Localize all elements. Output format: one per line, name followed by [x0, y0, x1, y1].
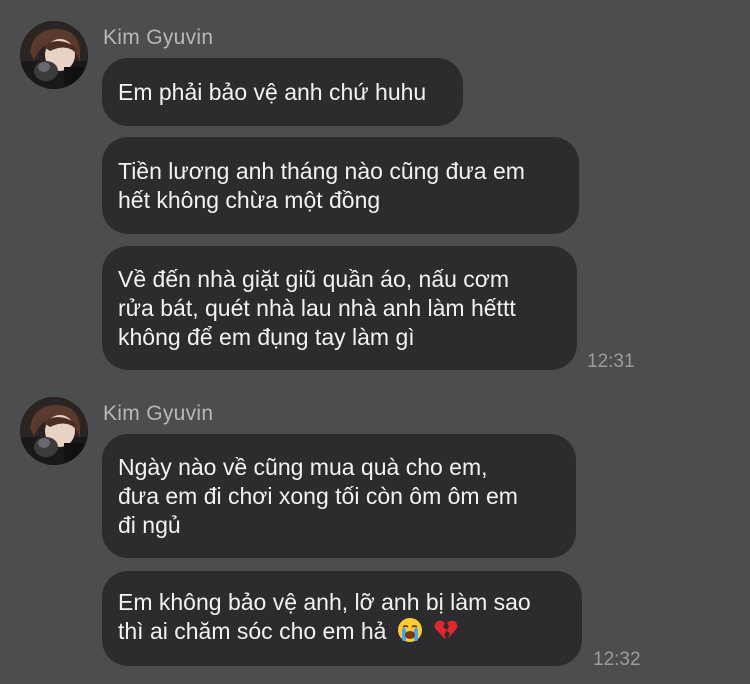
broken-heart-icon	[433, 617, 459, 650]
message-timestamp: 12:32	[593, 649, 641, 670]
message-line: thì ai chăm sóc cho em hả	[118, 617, 556, 650]
message-text: hết không chừa một đồng	[118, 186, 381, 213]
message-bubble[interactable]: Em phải bảo vệ anh chứ huhu	[102, 58, 463, 126]
message-bubble[interactable]: Tiền lương anh tháng nào cũng đưa em hết…	[102, 137, 579, 234]
avatar[interactable]	[20, 21, 88, 89]
message-bubble[interactable]: Ngày nào về cũng mua quà cho em, đưa em …	[102, 434, 576, 558]
message-text: thì ai chăm sóc cho em hả	[118, 617, 387, 644]
message-text: Tiền lương anh tháng nào cũng đưa em	[118, 157, 525, 184]
avatar[interactable]	[20, 397, 88, 465]
message-text: rửa bát, quét nhà lau nhà anh làm hếttt	[118, 294, 516, 321]
message-timestamp: 12:31	[587, 351, 635, 372]
message-text: Em phải bảo vệ anh chứ huhu	[118, 78, 427, 105]
message-bubble[interactable]: Về đến nhà giặt giũ quần áo, nấu cơm rửa…	[102, 246, 577, 370]
sender-name: Kim Gyuvin	[103, 402, 214, 425]
message-text: đưa em đi chơi xong tối còn ôm ôm em	[118, 482, 518, 509]
message-text: không để em đụng tay làm gì	[118, 323, 415, 350]
loudly-crying-face-icon	[397, 617, 423, 650]
message-text: Về đến nhà giặt giũ quần áo, nấu cơm	[118, 265, 510, 292]
sender-name: Kim Gyuvin	[103, 26, 214, 49]
message-text: đi ngủ	[118, 511, 181, 538]
message-text: Ngày nào về cũng mua quà cho em,	[118, 453, 488, 480]
message-text: Em không bảo vệ anh, lỡ anh bị làm sao	[118, 588, 531, 615]
message-bubble[interactable]: Em không bảo vệ anh, lỡ anh bị làm sao t…	[102, 571, 582, 666]
